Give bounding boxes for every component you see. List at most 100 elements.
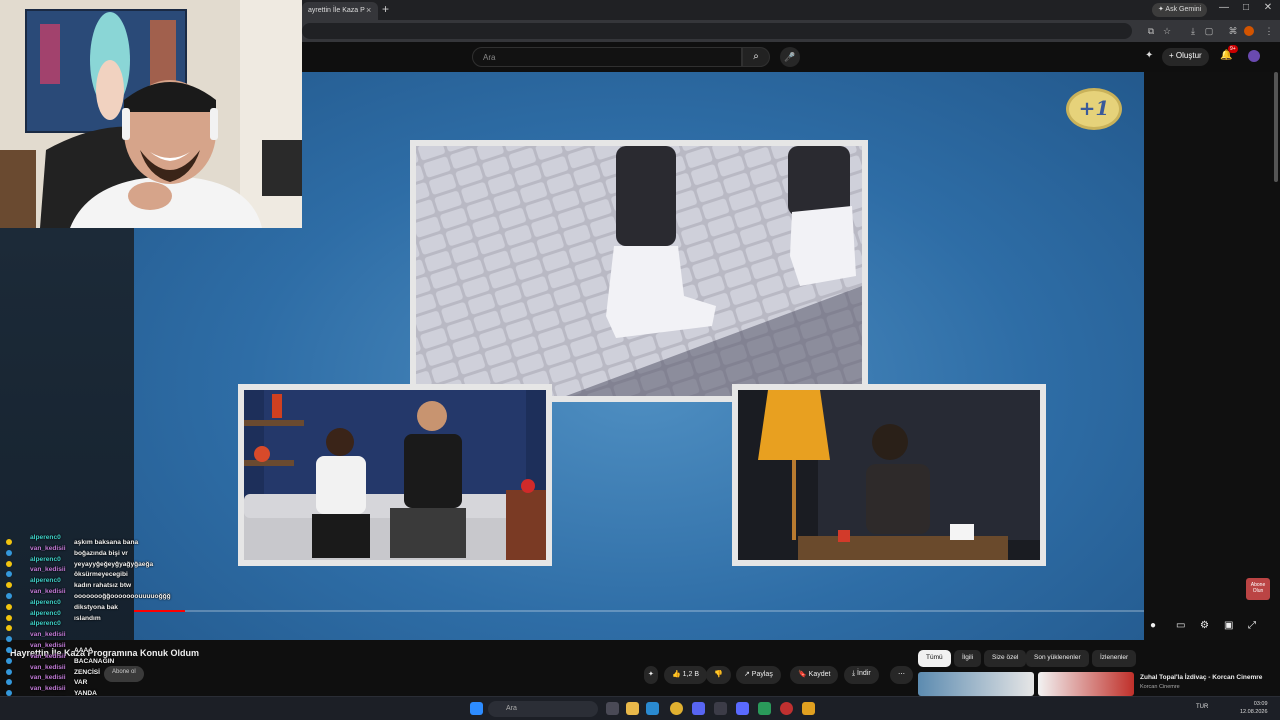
recommendation-title[interactable]: Zuhal Topal'la İzdivaç - Korcan Cinemre	[1140, 674, 1262, 681]
app-icon-3[interactable]	[758, 702, 771, 715]
chip-all[interactable]: Tümü	[918, 650, 951, 667]
chat-username[interactable]: alperenc0	[30, 533, 74, 544]
chat-message: alperenc0ıslandım	[2, 609, 222, 621]
desk-lamp-scene	[738, 390, 1040, 560]
autoplay-icon[interactable]: ●	[1150, 620, 1156, 631]
cast-icon[interactable]: ✦	[1145, 50, 1153, 61]
chrome-icon[interactable]	[670, 702, 683, 715]
chat-username[interactable]: van_kedisii	[30, 652, 74, 663]
tab-close-icon[interactable]: ×	[366, 5, 371, 15]
download-icon[interactable]: ⤓	[1186, 24, 1200, 38]
chat-message: van_kedisii	[2, 630, 222, 643]
settings-gear-icon[interactable]: ⚙	[1200, 620, 1209, 631]
chat-message: alperenc0dikstyona bak	[2, 598, 222, 611]
share-button[interactable]: ↗ Paylaş	[736, 666, 781, 684]
streamer-webcam	[0, 0, 302, 228]
plus-one-badge: +1	[1066, 88, 1122, 130]
recommendation-thumbnail-2[interactable]	[1038, 672, 1134, 696]
chat-username[interactable]: van_kedisii	[30, 544, 74, 555]
chat-username[interactable]: alperenc0	[30, 619, 74, 630]
download-button[interactable]: ⤓ İndir	[844, 666, 879, 684]
like-button[interactable]: 👍 1,2 B	[664, 666, 708, 684]
video-frame-left	[238, 384, 552, 566]
studio-couch-scene	[244, 390, 546, 560]
subscribe-watermark[interactable]: Abone Olun	[1246, 578, 1270, 600]
page-scrollbar[interactable]	[1274, 72, 1278, 182]
app-icon-5[interactable]	[802, 702, 815, 715]
tab-search-icon[interactable]: ▢	[1202, 24, 1216, 38]
chip-recent-uploads[interactable]: Son yüklenenler	[1026, 650, 1089, 667]
account-avatar[interactable]	[1248, 50, 1260, 62]
browser-tab-strip: ayrettin İle Kaza P × + ✦ Ask Gemini — □…	[300, 0, 1280, 20]
chat-username[interactable]: van_kedisii	[30, 684, 74, 695]
minimize-button[interactable]: —	[1216, 2, 1232, 13]
chat-username[interactable]: van_kedisii	[30, 565, 74, 576]
chip-watched[interactable]: İzlenenler	[1092, 650, 1137, 667]
search-icon[interactable]: ⌕	[742, 47, 770, 67]
video-frame-top	[410, 140, 868, 402]
bookmark-star-icon[interactable]: ☆	[1160, 24, 1174, 38]
search-input[interactable]: Ara	[472, 47, 742, 67]
maximize-button[interactable]: □	[1238, 2, 1254, 13]
notification-count-badge: 9+	[1228, 45, 1238, 53]
chat-message: alperenc0	[2, 619, 222, 632]
create-button[interactable]: + Oluştur	[1162, 48, 1209, 66]
cobblestone-walk-scene	[416, 146, 862, 396]
language-indicator[interactable]: TUR	[1196, 704, 1208, 710]
tab-title: ayrettin İle Kaza P	[308, 7, 365, 14]
file-explorer-icon[interactable]	[626, 702, 639, 715]
ai-sparkle-button[interactable]: ✦	[644, 666, 658, 684]
taskbar-search-input[interactable]: Ara	[488, 701, 598, 717]
chat-message: van_kedisiiBACANAĞIN	[2, 652, 222, 665]
chat-message: van_kedisiiZENCİSİ	[2, 663, 222, 675]
new-tab-button[interactable]: +	[382, 2, 389, 16]
task-view-icon[interactable]	[606, 702, 619, 715]
chat-username[interactable]: alperenc0	[30, 598, 74, 609]
app-icon[interactable]	[714, 702, 727, 715]
chat-message: alperenc0yeyayyğeğeyğyağyğaeğa	[2, 555, 222, 567]
extensions-puzzle-icon[interactable]: ⌘	[1226, 24, 1240, 38]
chat-message: van_kedisiiYANDA	[2, 684, 222, 697]
ask-gemini-button[interactable]: ✦ Ask Gemini	[1152, 3, 1208, 17]
subtitles-icon[interactable]: ▭	[1176, 620, 1185, 631]
start-menu-icon[interactable]	[470, 702, 483, 715]
chat-username[interactable]: alperenc0	[30, 576, 74, 587]
recommendation-thumbnail[interactable]	[918, 672, 1034, 696]
system-clock[interactable]: 03:09 12.08.2026	[1240, 700, 1268, 716]
video-progress-bar[interactable]	[134, 610, 1144, 612]
chat-message: van_kedisiiboğazında bişi vr	[2, 544, 222, 557]
webcam-scene	[0, 0, 302, 228]
telegram-icon[interactable]	[646, 702, 659, 715]
app-icon-2[interactable]	[736, 702, 749, 715]
fullscreen-icon[interactable]: ⤢	[1248, 620, 1256, 631]
chat-username[interactable]: van_kedisii	[30, 663, 74, 674]
video-frame-right	[732, 384, 1046, 566]
chat-username[interactable]: van_kedisii	[30, 587, 74, 598]
chat-username[interactable]: van_kedisii	[30, 630, 74, 641]
theater-mode-icon[interactable]: ▣	[1224, 620, 1233, 631]
chat-username[interactable]: alperenc0	[30, 555, 74, 566]
chat-username[interactable]: van_kedisii	[30, 641, 74, 652]
sidebar-background: ● ▭ ⚙ ▣ ⤢	[1144, 72, 1280, 640]
chat-username[interactable]: alperenc0	[30, 609, 74, 620]
windows-taskbar: Ara TUR 03:09 12.08.2026	[0, 696, 1280, 720]
chat-username[interactable]: van_kedisii	[30, 673, 74, 684]
chip-for-you[interactable]: Size özel	[984, 650, 1027, 667]
dislike-button[interactable]: 👎	[706, 666, 731, 684]
save-button[interactable]: 🔖 Kaydet	[790, 666, 839, 684]
chat-message: van_kedisiiVAR	[2, 673, 222, 686]
close-window-button[interactable]: ✕	[1260, 2, 1276, 13]
chip-related[interactable]: İlgili	[954, 650, 982, 667]
extension-icon[interactable]: ⧉	[1144, 24, 1158, 38]
browser-menu-icon[interactable]: ⋮	[1262, 24, 1276, 38]
microphone-icon[interactable]: 🎤	[780, 47, 800, 67]
profile-avatar[interactable]	[1244, 26, 1254, 36]
more-actions-button[interactable]: ⋯	[890, 666, 913, 684]
discord-icon[interactable]	[692, 702, 705, 715]
chat-message: van_kedisiiöksürmeyecegibi	[2, 565, 222, 578]
address-bar[interactable]	[302, 23, 1132, 39]
recommendation-channel: Korcan Cinemre	[1140, 684, 1180, 690]
app-icon-4[interactable]	[780, 702, 793, 715]
browser-tab[interactable]: ayrettin İle Kaza P ×	[302, 2, 378, 20]
youtube-header: Ara ⌕ 🎤 ✦ + Oluştur 🔔 9+	[300, 42, 1280, 72]
